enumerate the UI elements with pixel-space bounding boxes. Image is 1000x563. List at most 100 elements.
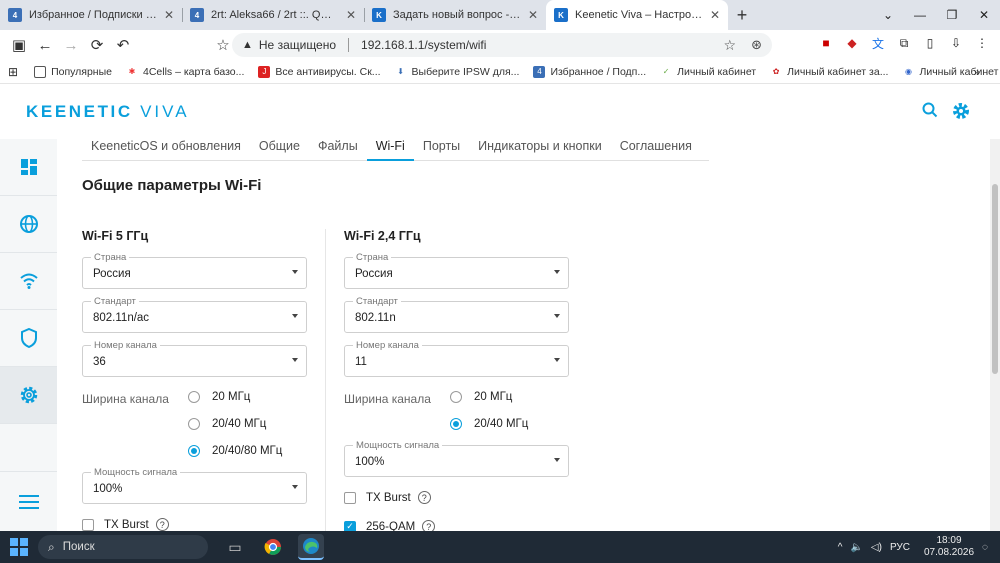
power-select-5ghz[interactable]: Мощность сигнала 100% — [82, 467, 307, 504]
sidebar-item-wifi[interactable] — [0, 253, 57, 310]
width-radio-20[interactable]: 20 МГц — [450, 391, 512, 403]
txburst-checkbox-24ghz[interactable]: TX Burst ? — [344, 491, 431, 504]
keenetic-logo[interactable]: KEENETIC VIVA — [26, 102, 190, 122]
clock[interactable]: 18:09 07.08.2026 — [924, 535, 974, 559]
tab-title: Задать новый вопрос - Keenetic Co — [393, 9, 522, 21]
bookmark-item[interactable]: ◉ Личный кабинет н... — [902, 66, 1000, 78]
close-tab-icon[interactable]: ✕ — [710, 8, 720, 22]
country-select-24ghz[interactable]: Страна Россия — [344, 252, 569, 289]
sidebar-menu-button[interactable] — [0, 471, 57, 531]
tab-indicators[interactable]: Индикаторы и кнопки — [469, 137, 611, 161]
standard-select-5ghz[interactable]: Стандарт 802.11n/ac — [82, 296, 307, 333]
download-icon: ⬇ — [397, 67, 404, 76]
country-select-5ghz[interactable]: Страна Россия — [82, 252, 307, 289]
speaker-icon[interactable]: ◁) — [871, 542, 882, 553]
browser-tab-1[interactable]: 4 Избранное / Подписки - 4PDA ✕ — [0, 0, 182, 30]
keenetic-favicon-icon: K — [372, 8, 386, 22]
edge-icon[interactable] — [298, 534, 324, 560]
warning-icon[interactable]: ▲ — [242, 39, 253, 51]
search-icon[interactable] — [922, 102, 938, 125]
taskbar-search[interactable]: ⌕ Поиск — [38, 535, 208, 559]
file-explorer-icon[interactable]: ▭ — [222, 534, 248, 560]
back-icon[interactable]: ← — [32, 32, 58, 58]
apps-grid-icon[interactable]: ⊞ — [8, 65, 18, 79]
windows-start-icon[interactable] — [10, 538, 28, 556]
split-view-icon[interactable]: ▯ — [920, 33, 940, 53]
shield-extension-icon[interactable]: ⊛ — [751, 37, 762, 53]
undo-icon[interactable]: ↶ — [110, 32, 136, 58]
tab-wifi[interactable]: Wi-Fi — [366, 137, 414, 161]
help-icon[interactable]: ? — [417, 491, 431, 504]
close-tab-icon[interactable]: ✕ — [346, 8, 356, 22]
power-select-24ghz[interactable]: Мощность сигнала 100% — [344, 440, 569, 477]
tab-agreements[interactable]: Соглашения — [611, 137, 701, 161]
bookmark-label: Выберите IPSW для... — [411, 65, 520, 78]
new-tab-button[interactable]: + — [728, 0, 756, 30]
chrome-icon[interactable] — [260, 534, 286, 560]
more-menu-icon[interactable]: ⋮ — [972, 33, 992, 53]
help-icon[interactable]: ? — [422, 520, 436, 531]
bookmark-item[interactable]: J Все антивирусы. Ск... — [258, 65, 381, 78]
url-text[interactable]: 192.168.1.1/system/wifi — [361, 38, 486, 52]
standard-select-24ghz[interactable]: Стандарт 802.11n — [344, 296, 569, 333]
bookmark-item[interactable]: ✿ Личный кабинет за... — [770, 66, 889, 78]
extension-2-icon[interactable]: ◆ — [842, 33, 862, 53]
sidebar-item-dashboard[interactable] — [0, 139, 57, 196]
width-radio-20-40-80[interactable]: 20/40/80 МГц — [188, 445, 282, 457]
radio-label: 20/40 МГц — [474, 418, 529, 430]
width-radio-20-40[interactable]: 20/40 МГц — [450, 418, 528, 430]
volume-icon[interactable]: 🔈 — [850, 542, 862, 553]
qam256-checkbox-24ghz[interactable]: ✓ 256-QAM ? — [344, 520, 436, 531]
windows-taskbar: ⌕ Поиск ▭ ^ 🔈 ◁) РУС 18:09 07.08.2026 ◌ — [0, 531, 1000, 563]
sidebar-toggle-icon[interactable]: ▣ — [6, 32, 32, 58]
close-window-icon[interactable]: ✕ — [968, 0, 1000, 30]
browser-tab-2[interactable]: 4 2rt: Aleksa66 / 2rt ::. QMS ::. 4PDA ✕ — [182, 0, 364, 30]
field-label: Страна — [91, 252, 130, 263]
bookmark-item[interactable]: Популярные — [34, 65, 112, 78]
tab-search-icon[interactable]: ⌄ — [872, 0, 904, 30]
tab-files[interactable]: Файлы — [309, 137, 367, 161]
channel-select-24ghz[interactable]: Номер канала 11 — [344, 340, 569, 377]
sidebar-item-security[interactable] — [0, 310, 57, 367]
bookmarks-overflow-icon[interactable]: » — [973, 65, 980, 79]
width-radio-20[interactable]: 20 МГц — [188, 391, 250, 403]
sidebar-item-internet[interactable] — [0, 196, 57, 253]
help-icon[interactable]: ? — [155, 518, 169, 531]
browser-tab-4-active[interactable]: K Keenetic Viva – Настройки сис ✕ — [546, 0, 728, 30]
address-bar[interactable]: ▲ Не защищено 192.168.1.1/system/wifi ☆ … — [232, 33, 772, 57]
extension-1-icon[interactable]: ■ — [816, 33, 836, 53]
settings-gear-icon — [20, 386, 37, 404]
bookmark-item[interactable]: ✓ Личный кабинет — [660, 66, 756, 78]
tab-title: 2rt: Aleksa66 / 2rt ::. QMS ::. 4PDA — [211, 9, 340, 21]
reload-icon[interactable]: ⟳ — [84, 32, 110, 58]
checkbox-label: TX Burst — [104, 518, 149, 531]
download-icon[interactable]: ⇩ — [946, 33, 966, 53]
input-language[interactable]: РУС — [890, 542, 910, 553]
notifications-icon[interactable]: ◌ — [982, 542, 988, 553]
browser-tab-3[interactable]: K Задать новый вопрос - Keenetic Co ✕ — [364, 0, 546, 30]
tray-overflow-icon[interactable]: ^ — [838, 542, 843, 553]
tab-ports[interactable]: Порты — [414, 137, 469, 161]
scrollbar-thumb[interactable] — [992, 184, 998, 374]
bookmark-item[interactable]: ✱ 4Cells – карта базо... — [126, 66, 245, 78]
tab-general[interactable]: Общие — [250, 137, 309, 161]
translate-icon[interactable]: 文 — [868, 33, 888, 53]
bookmark-item[interactable]: 4 Избранное / Подп... — [533, 65, 646, 78]
puzzle-icon[interactable]: ⧉ — [894, 33, 914, 53]
tab-firmware[interactable]: KeeneticOS и обновления — [82, 137, 250, 161]
close-tab-icon[interactable]: ✕ — [528, 8, 538, 22]
forward-icon[interactable]: → — [58, 32, 84, 58]
radio-indicator-selected — [188, 445, 200, 457]
close-tab-icon[interactable]: ✕ — [164, 8, 174, 22]
sidebar-item-settings[interactable] — [0, 367, 57, 424]
bookmark-star-icon[interactable]: ☆ — [723, 37, 736, 54]
minimize-icon[interactable]: — — [904, 0, 936, 30]
restore-icon[interactable]: ❐ — [936, 0, 968, 30]
txburst-checkbox-5ghz[interactable]: TX Burst ? — [82, 518, 169, 531]
field-value: Россия — [355, 268, 393, 280]
bookmark-item[interactable]: ⬇ Выберите IPSW для... — [395, 65, 520, 78]
page-scrollbar[interactable] — [990, 139, 1000, 531]
width-radio-20-40[interactable]: 20/40 МГц — [188, 418, 266, 430]
channel-select-5ghz[interactable]: Номер канала 36 — [82, 340, 307, 377]
gear-icon[interactable] — [952, 102, 970, 125]
